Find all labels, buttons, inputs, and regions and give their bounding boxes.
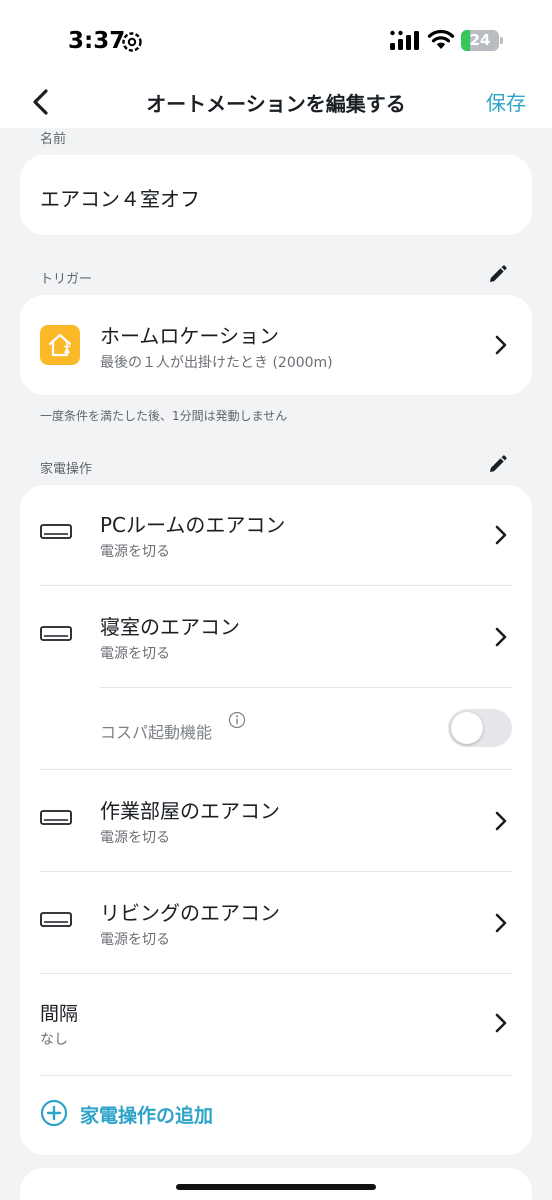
save-button[interactable]: 保存 bbox=[486, 87, 526, 116]
row-divider bbox=[100, 687, 512, 688]
info-icon[interactable] bbox=[228, 711, 246, 729]
name-section-label: 名前 bbox=[40, 132, 67, 147]
trigger-cooldown-note: 一度条件を満たした後、1分間は発動しません bbox=[40, 409, 288, 423]
page-title: オートメーションを編集する bbox=[146, 92, 406, 116]
wifi-icon bbox=[427, 29, 455, 49]
chevron-right-icon[interactable] bbox=[494, 810, 508, 832]
chevron-right-icon[interactable] bbox=[494, 334, 508, 356]
device-name: リビングのエアコン bbox=[100, 901, 280, 925]
row-divider bbox=[40, 769, 512, 770]
row-divider bbox=[40, 973, 512, 974]
device-name: 寝室のエアコン bbox=[100, 615, 240, 639]
device-name: 作業部屋のエアコン bbox=[100, 799, 280, 823]
home-indicator bbox=[176, 1184, 376, 1190]
interval-row[interactable]: 間隔 なし bbox=[20, 975, 532, 1075]
toggle-knob bbox=[451, 712, 483, 744]
home-location-icon bbox=[40, 325, 80, 365]
battery-icon: 24 bbox=[461, 30, 503, 51]
focus-mode-icon bbox=[122, 32, 142, 52]
trigger-subtitle: 最後の１人が出掛けたとき (2000m) bbox=[100, 355, 333, 371]
add-device-operation-label: 家電操作の追加 bbox=[80, 1105, 214, 1127]
chevron-right-icon[interactable] bbox=[494, 524, 508, 546]
trigger-section-label: トリガー bbox=[40, 272, 93, 287]
add-circle-icon bbox=[40, 1099, 68, 1127]
device-action: 電源を切る bbox=[100, 544, 170, 560]
row-divider bbox=[40, 1075, 512, 1076]
air-conditioner-icon bbox=[40, 524, 72, 539]
name-card[interactable]: エアコン４室オフ bbox=[20, 155, 532, 235]
status-time: 3:37 bbox=[68, 28, 126, 54]
interval-value: なし bbox=[40, 1032, 68, 1048]
chevron-right-icon[interactable] bbox=[494, 1012, 508, 1034]
cospa-start-row: コスパ起動機能 bbox=[20, 689, 532, 769]
device-name: PCルームのエアコン bbox=[100, 513, 286, 537]
interval-title: 間隔 bbox=[40, 1003, 79, 1025]
chevron-right-icon[interactable] bbox=[494, 626, 508, 648]
air-conditioner-icon bbox=[40, 626, 72, 641]
air-conditioner-icon bbox=[40, 810, 72, 825]
navigation-bar: オートメーションを編集する 保存 bbox=[0, 80, 552, 128]
row-divider bbox=[40, 585, 512, 586]
device-edit-pencil-icon[interactable] bbox=[486, 454, 508, 476]
status-bar: 3:37 24 bbox=[0, 0, 552, 80]
device-action: 電源を切る bbox=[100, 646, 170, 662]
cospa-start-toggle[interactable] bbox=[448, 709, 512, 747]
automation-edit-screen: 3:37 24 オートメーションを編集する 保存 名前 エアコン４室オフ トリガ… bbox=[0, 0, 552, 1200]
trigger-card[interactable]: ホームロケーション 最後の１人が出掛けたとき (2000m) bbox=[20, 295, 532, 395]
air-conditioner-icon bbox=[40, 912, 72, 927]
trigger-edit-pencil-icon[interactable] bbox=[486, 264, 508, 286]
device-row-pc-room[interactable]: PCルームのエアコン 電源を切る bbox=[20, 485, 532, 585]
device-row-bedroom[interactable]: 寝室のエアコン 電源を切る bbox=[20, 587, 532, 687]
trigger-title: ホームロケーション bbox=[100, 324, 279, 348]
row-divider bbox=[40, 871, 512, 872]
device-section-label: 家電操作 bbox=[40, 462, 93, 477]
device-row-workroom[interactable]: 作業部屋のエアコン 電源を切る bbox=[20, 771, 532, 871]
cellular-signal-icon bbox=[390, 30, 419, 50]
automation-name-field[interactable]: エアコン４室オフ bbox=[40, 183, 200, 212]
device-action: 電源を切る bbox=[100, 932, 170, 948]
device-action: 電源を切る bbox=[100, 830, 170, 846]
add-device-operation-button[interactable]: 家電操作の追加 bbox=[20, 1077, 532, 1153]
cospa-start-label: コスパ起動機能 bbox=[100, 723, 213, 742]
battery-percentage: 24 bbox=[469, 31, 491, 49]
chevron-right-icon[interactable] bbox=[494, 912, 508, 934]
device-row-living[interactable]: リビングのエアコン 電源を切る bbox=[20, 873, 532, 973]
device-operations-card: PCルームのエアコン 電源を切る 寝室のエアコン 電源を切る コスパ起動機能 作… bbox=[20, 485, 532, 1155]
